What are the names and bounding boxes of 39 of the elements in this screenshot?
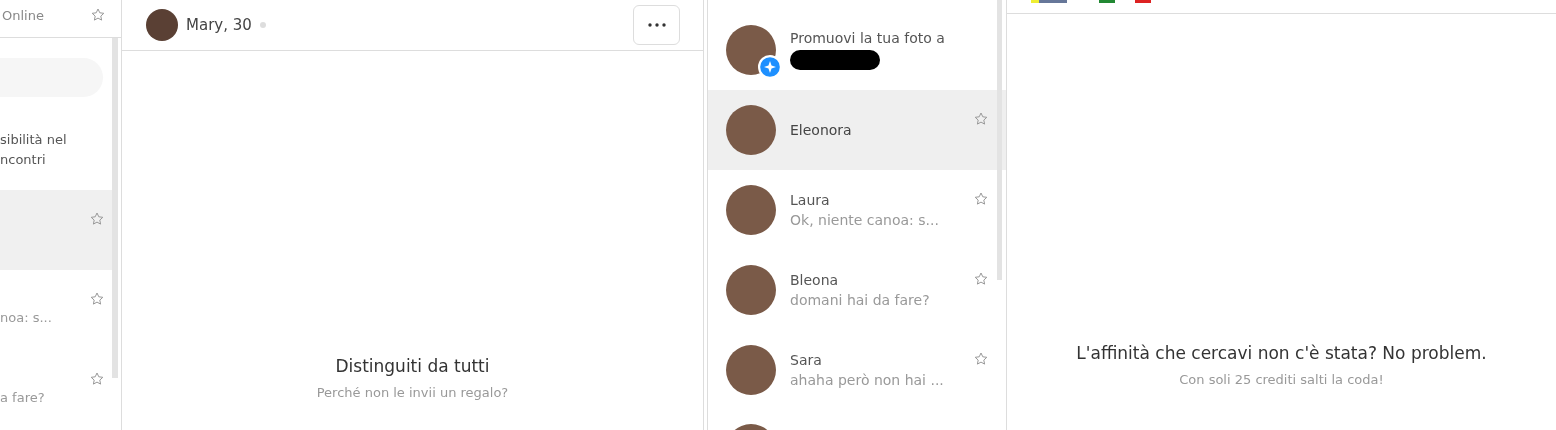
contact-name: Bleona [790, 272, 840, 288]
sparkle-icon [758, 55, 782, 79]
queue-subtitle: Con soli 25 crediti salti la coda! [1179, 372, 1384, 387]
conversation-row[interactable]: Eleonora [708, 90, 1006, 170]
more-icon [647, 23, 666, 27]
message-preview: domani hai da fare? [790, 292, 931, 308]
star-icon[interactable] [974, 272, 988, 286]
queue-title: L'affinità che cercavi non c'è stata? No problem. [1076, 343, 1487, 363]
star-icon[interactable] [90, 212, 104, 226]
notice-text: sibilità nel ncontri [0, 131, 68, 169]
star-icon[interactable] [974, 112, 988, 126]
message-preview: ahaha però non hai ... [790, 372, 945, 388]
avatar [726, 185, 776, 235]
contact-name: Sara [790, 352, 823, 368]
avatar [726, 265, 776, 315]
gift-subtitle: Perché non le invii un regalo? [316, 385, 509, 400]
contact-name: Eleonora [790, 122, 853, 138]
star-icon[interactable] [974, 352, 988, 366]
status-label: Online [2, 8, 45, 23]
scrollbar[interactable] [997, 0, 1002, 280]
avatar [726, 345, 776, 395]
gift-title: Distinguiti da tutti [335, 356, 490, 376]
conversation-row[interactable]: Sara ahaha però non hai ... [708, 330, 1006, 410]
promo-text[interactable]: Promuovi la tua foto a [790, 30, 988, 46]
star-icon[interactable] [91, 8, 105, 22]
star-icon[interactable] [974, 192, 988, 206]
contact-name: Laura [790, 192, 831, 208]
conversation-row[interactable]: Laura Ok, niente canoa: s... [708, 170, 1006, 250]
star-icon[interactable] [90, 372, 104, 386]
star-icon[interactable] [90, 292, 104, 306]
avatar [146, 9, 178, 41]
contact-name: Mary, 30 [186, 16, 252, 34]
scrollbar[interactable] [112, 38, 118, 378]
message-preview: a fare? [0, 390, 45, 405]
message-preview: noa: s... [0, 310, 52, 325]
message-preview: Ok, niente canoa: s... [790, 212, 940, 228]
conversation-row[interactable]: Bleona domani hai da fare? [708, 250, 1006, 330]
more-button[interactable] [633, 5, 680, 45]
avatar [726, 105, 776, 155]
